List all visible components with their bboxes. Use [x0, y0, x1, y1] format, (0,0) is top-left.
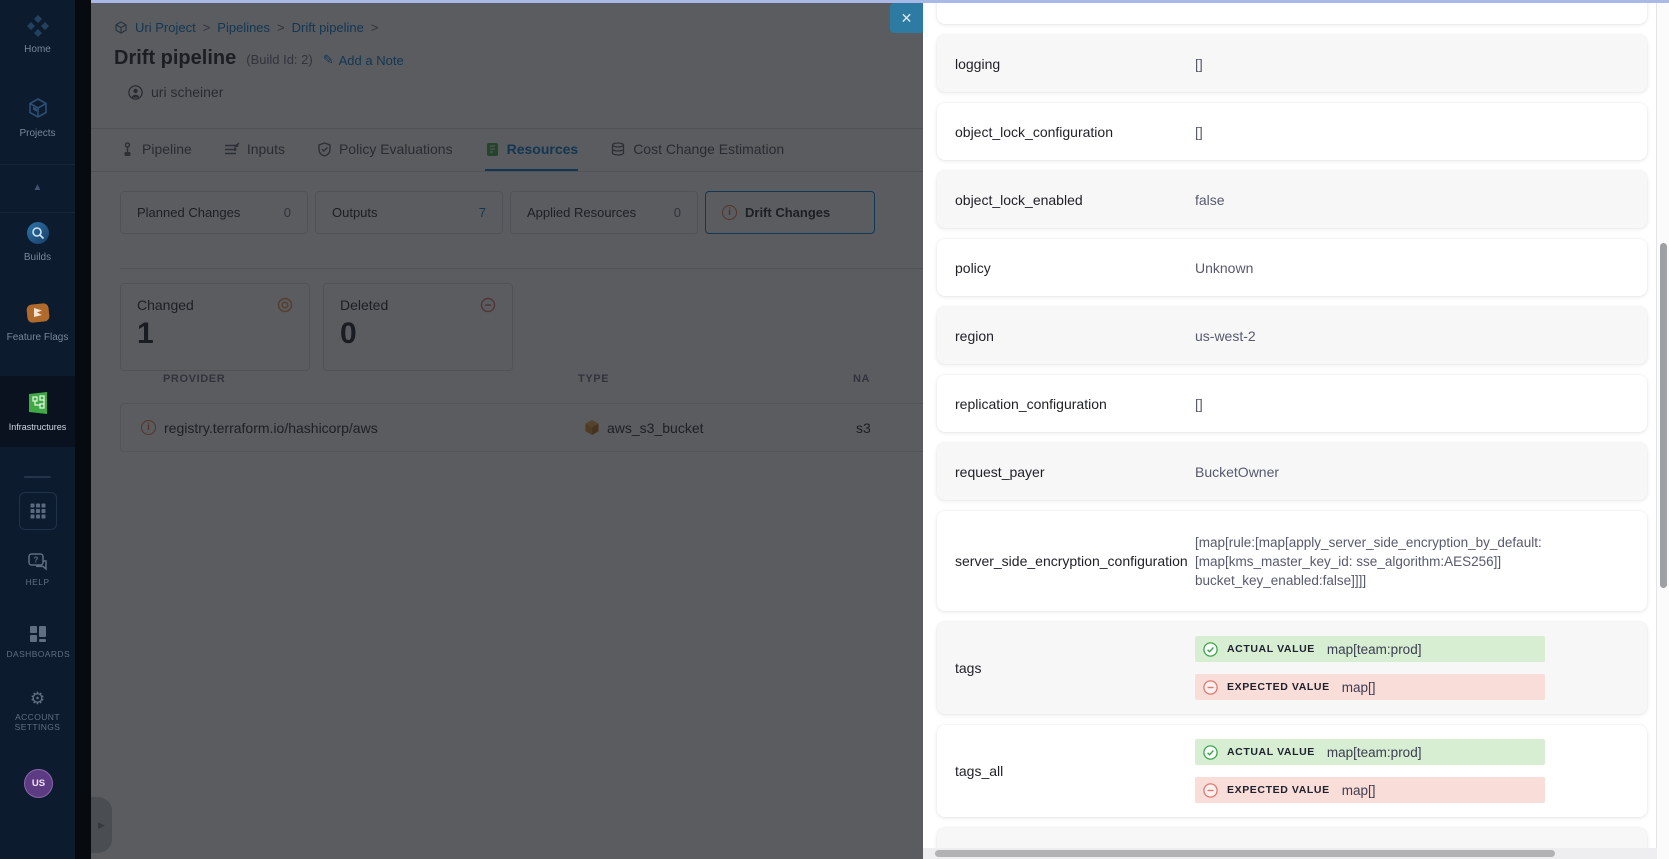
- attribute-value: []: [1195, 396, 1203, 412]
- expected-value-label: EXPECTED VALUE: [1227, 681, 1330, 693]
- actual-value-strip: ACTUAL VALUE map[team:prod]: [1195, 739, 1545, 765]
- expected-value: map[]: [1342, 783, 1376, 798]
- minus-circle-icon: [1203, 680, 1218, 695]
- sidebar-item-label: Projects: [19, 128, 55, 139]
- actual-value-strip: ACTUAL VALUE map[team:prod]: [1195, 636, 1545, 662]
- module-grid-button[interactable]: [19, 492, 57, 530]
- app-root: Home Projects Builds Feature Flags Infrastru…: [0, 0, 1669, 859]
- sidebar-mini-divider: [24, 476, 51, 478]
- attribute-key: replication_configuration: [955, 396, 1195, 412]
- sidebar-item-label: DASHBOARDS: [7, 649, 69, 659]
- svg-text:?: ?: [33, 556, 38, 565]
- sidebar-item-dashboards[interactable]: DASHBOARDS: [0, 624, 75, 659]
- attribute-row-tags: tags ACTUAL VALUE map[team:prod] EXPECTED V…: [937, 622, 1647, 714]
- expected-value-label: EXPECTED VALUE: [1227, 784, 1330, 796]
- attribute-key: policy: [955, 260, 1195, 276]
- attribute-key: tags: [955, 660, 1195, 676]
- sidebar-item-feature-flags[interactable]: Feature Flags: [0, 300, 75, 343]
- drawer-vertical-scrollbar[interactable]: [1656, 0, 1669, 859]
- attribute-key: logging: [955, 56, 1195, 72]
- attribute-row-partial: [937, 0, 1647, 24]
- sidebar-item-home[interactable]: Home: [0, 12, 75, 55]
- check-circle-icon: [1203, 745, 1218, 760]
- attribute-value: false: [1195, 192, 1225, 208]
- horizontal-scrollbar-thumb[interactable]: [935, 850, 1555, 857]
- close-drawer-button[interactable]: ✕: [890, 3, 923, 33]
- drift-details-drawer: ✕ logging[]object_lock_configuration[]ob…: [923, 0, 1669, 859]
- attribute-rows: logging[]object_lock_configuration[]obje…: [937, 0, 1647, 859]
- sidebar-item-builds[interactable]: Builds: [0, 220, 75, 263]
- expected-value: map[]: [1342, 680, 1376, 695]
- attribute-key: server_side_encryption_configuration: [955, 553, 1195, 569]
- sidebar-nav: Home Projects Builds Feature Flags Infrastru…: [0, 0, 75, 859]
- sidebar-item-label: Infrastructures: [9, 422, 67, 433]
- sidebar-divider: [0, 164, 75, 165]
- actual-value: map[team:prod]: [1327, 642, 1422, 657]
- actual-value-label: ACTUAL VALUE: [1227, 643, 1315, 655]
- attribute-row-replication_configuration: replication_configuration[]: [937, 375, 1647, 432]
- attribute-value: []: [1195, 56, 1203, 72]
- collapse-chevron-icon[interactable]: ▲: [0, 182, 75, 193]
- attribute-key: object_lock_enabled: [955, 192, 1195, 208]
- attribute-value: us-west-2: [1195, 328, 1256, 344]
- dashboards-icon: [28, 624, 48, 644]
- attribute-row-region: regionus-west-2: [937, 307, 1647, 364]
- sidebar-item-account-settings[interactable]: ⚙ ACCOUNT SETTINGS: [0, 690, 75, 732]
- feature-flags-icon: [25, 300, 51, 326]
- attribute-row-request_payer: request_payerBucketOwner: [937, 443, 1647, 500]
- attribute-row-policy: policyUnknown: [937, 239, 1647, 296]
- actual-value-label: ACTUAL VALUE: [1227, 746, 1315, 758]
- sidebar-item-projects[interactable]: Projects: [0, 96, 75, 139]
- attribute-row-server_side_encryption_configuration: server_side_encryption_configuration[map…: [937, 511, 1647, 611]
- expected-value-strip: EXPECTED VALUE map[]: [1195, 674, 1545, 700]
- sidebar-item-label: Builds: [24, 252, 51, 263]
- attribute-row-tags_all: tags_all ACTUAL VALUE map[team:prod] EXPECT…: [937, 725, 1647, 817]
- home-icon: [25, 12, 51, 38]
- attribute-key: tags_all: [955, 763, 1195, 779]
- sidebar-item-label: ACCOUNT SETTINGS: [7, 712, 69, 732]
- infrastructures-icon: [25, 390, 51, 416]
- attribute-row-logging: logging[]: [937, 35, 1647, 92]
- user-avatar[interactable]: US: [24, 769, 53, 798]
- builds-icon: [25, 220, 51, 246]
- attribute-key: object_lock_configuration: [955, 124, 1195, 140]
- attribute-key: request_payer: [955, 464, 1195, 480]
- sidebar-item-label: Home: [24, 44, 51, 55]
- expected-value-strip: EXPECTED VALUE map[]: [1195, 777, 1545, 803]
- sidebar-edge: [75, 0, 91, 859]
- attribute-key: region: [955, 328, 1195, 344]
- drawer-horizontal-scrollbar[interactable]: [923, 848, 1657, 859]
- attribute-row-object_lock_configuration: object_lock_configuration[]: [937, 103, 1647, 160]
- actual-value: map[team:prod]: [1327, 745, 1422, 760]
- vertical-scrollbar-thumb[interactable]: [1660, 243, 1667, 588]
- sidebar-item-label: Feature Flags: [7, 332, 69, 343]
- attribute-value: Unknown: [1195, 260, 1253, 276]
- help-icon: ?: [27, 552, 49, 572]
- attribute-value: BucketOwner: [1195, 464, 1279, 480]
- grid-icon: [30, 503, 46, 519]
- check-circle-icon: [1203, 642, 1218, 657]
- attribute-value: [map[rule:[map[apply_server_side_encrypt…: [1195, 533, 1567, 590]
- gear-icon: ⚙: [30, 690, 45, 707]
- sidebar-item-infrastructures[interactable]: Infrastructures: [0, 376, 75, 447]
- minus-circle-icon: [1203, 783, 1218, 798]
- projects-icon: [25, 96, 51, 122]
- attribute-value: []: [1195, 124, 1203, 140]
- sidebar-item-help[interactable]: ? HELP: [0, 552, 75, 587]
- sidebar-item-label: HELP: [7, 577, 69, 587]
- top-accent-strip: [91, 0, 1669, 3]
- sidebar-divider: [0, 212, 75, 213]
- attribute-row-object_lock_enabled: object_lock_enabledfalse: [937, 171, 1647, 228]
